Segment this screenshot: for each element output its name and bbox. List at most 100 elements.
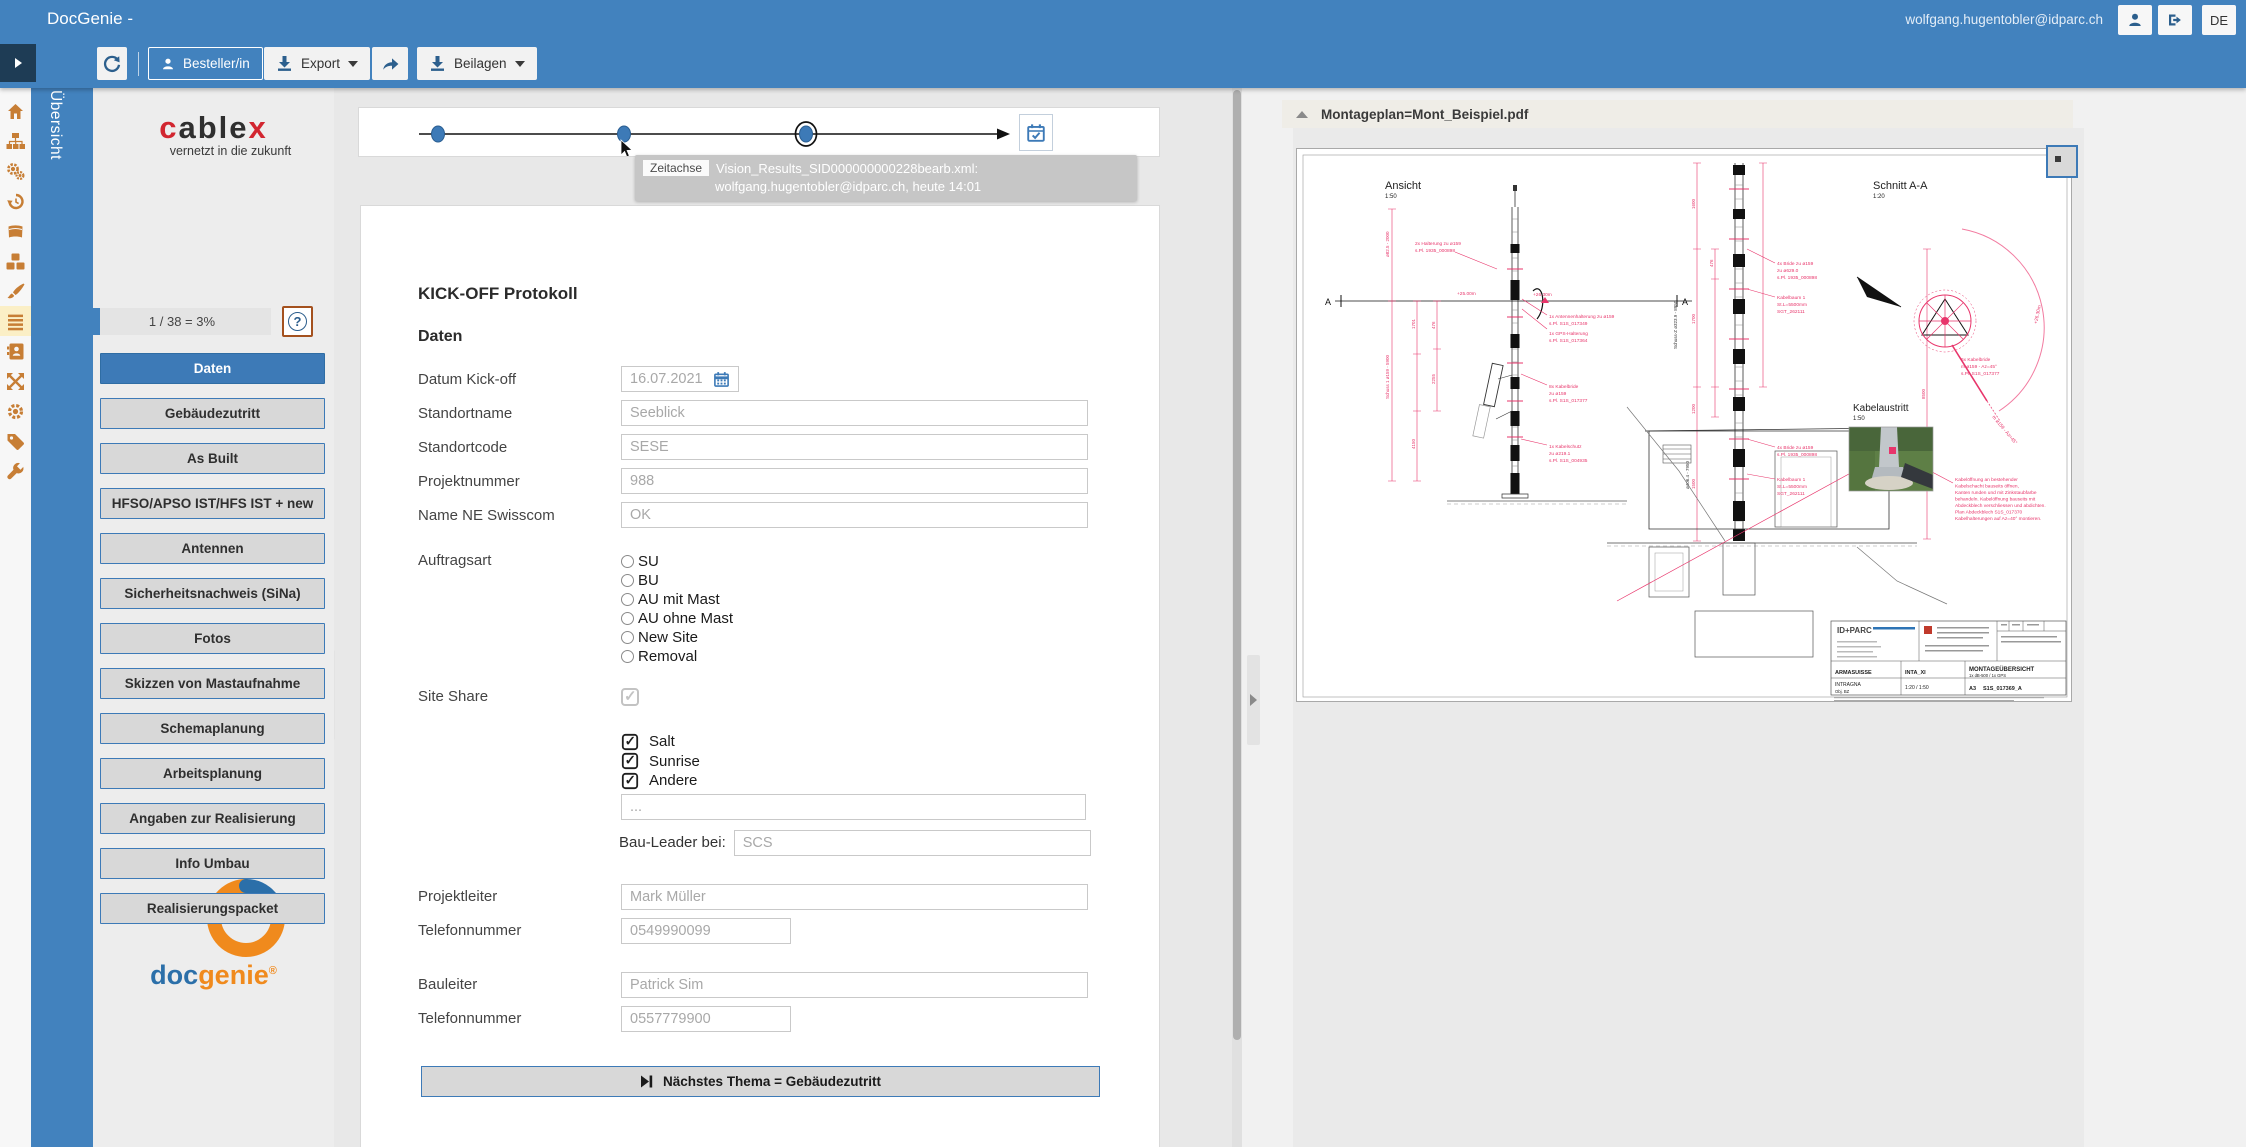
- rail-tag-icon[interactable]: [0, 426, 31, 456]
- svg-text:Kabelaustritt: Kabelaustritt: [1853, 403, 1909, 414]
- skip-next-icon: [640, 1075, 653, 1088]
- svg-text:8x Kabelbride: 8x Kabelbride: [1549, 384, 1579, 390]
- besteller-button[interactable]: Besteller/in: [148, 47, 263, 80]
- language-button[interactable]: DE: [2202, 5, 2236, 35]
- sidebar-item-fotos[interactable]: Fotos: [100, 623, 325, 654]
- rail-home-icon[interactable]: [0, 96, 31, 126]
- provider-group: Salt Sunrise Andere ...: [621, 732, 1119, 820]
- title-block: ID+PARC ARMASUISSE INTRAGNA Obj. BZ INTA…: [1831, 621, 2066, 701]
- rail-sitemap-icon[interactable]: [0, 126, 31, 156]
- rail-protocol-list-icon[interactable]: [0, 306, 31, 336]
- help-button[interactable]: [282, 306, 313, 337]
- sidebar-item-realisierung[interactable]: Angaben zur Realisierung: [100, 803, 325, 834]
- name-ne-input[interactable]: OK: [621, 502, 1088, 528]
- radio-icon: [621, 612, 634, 625]
- pdf-header[interactable]: Montageplan=Mont_Beispiel.pdf: [1282, 100, 2073, 128]
- sidebar-item-antennen[interactable]: Antennen: [100, 533, 325, 564]
- sidebar-item-hfso[interactable]: HFSO/APSO IST/HFS IST + new: [100, 488, 325, 519]
- timeline[interactable]: [358, 107, 1160, 157]
- user-button[interactable]: [2118, 5, 2152, 35]
- sidebar-item-as-built[interactable]: As Built: [100, 443, 325, 474]
- timeline-dot-3[interactable]: [800, 126, 813, 142]
- radio-icon: [621, 650, 634, 663]
- andere-input[interactable]: ...: [621, 794, 1086, 820]
- beilagen-button[interactable]: Beilagen: [417, 47, 537, 80]
- svg-text:ID+PARC: ID+PARC: [1837, 626, 1872, 635]
- rail-book-icon[interactable]: [0, 216, 31, 246]
- radio-icon: [621, 631, 634, 644]
- sidebar-item-schemaplanung[interactable]: Schemaplanung: [100, 713, 325, 744]
- datum-kickoff-input[interactable]: 16.07.2021: [621, 366, 739, 392]
- radio-au-mit-mast[interactable]: AU mit Mast: [621, 590, 733, 609]
- radio-su[interactable]: SU: [621, 552, 733, 571]
- sidebar-toggle-button[interactable]: [0, 44, 36, 82]
- sidebar-item-daten[interactable]: Daten: [100, 353, 325, 384]
- svg-text:Schuss-Z ø323.9 - 8950: Schuss-Z ø323.9 - 8950: [1673, 300, 1678, 349]
- svg-text:1x Antennenhalterung zu ø159: 1x Antennenhalterung zu ø159: [1549, 314, 1615, 320]
- next-topic-button[interactable]: Nächstes Thema = Gebäudezutritt: [421, 1066, 1100, 1097]
- provider-sunrise[interactable]: Sunrise: [621, 752, 1119, 772]
- timeline-dot-1[interactable]: [432, 126, 445, 142]
- svg-text:2255: 2255: [1431, 373, 1436, 384]
- svg-text:Kabelschacht bauseits öffnen,: Kabelschacht bauseits öffnen,: [1955, 484, 2019, 490]
- pdf-annotation-button[interactable]: [2046, 145, 2078, 178]
- svg-text:Abdeckblech verschliessen und: Abdeckblech verschliessen und abdichten.: [1955, 503, 2046, 509]
- standortcode-value: SESE: [630, 439, 669, 455]
- provider-salt[interactable]: Salt: [621, 732, 1119, 752]
- standortcode-input[interactable]: SESE: [621, 434, 1088, 460]
- standortname-input[interactable]: Seeblick: [621, 400, 1088, 426]
- sidebar-item-info-umbau[interactable]: Info Umbau: [100, 848, 325, 879]
- undo-button[interactable]: [97, 47, 127, 80]
- rail-modules-icon[interactable]: [0, 246, 31, 276]
- overview-column: Übersicht: [31, 40, 93, 1147]
- collapse-pdf-handle[interactable]: [1247, 655, 1260, 745]
- svg-text:4x Bride zu ø159: 4x Bride zu ø159: [1777, 261, 1814, 267]
- timeline-tooltip: Zeitachse Vision_Results_SID000000000228…: [635, 155, 1137, 201]
- projektnummer-input[interactable]: 988: [621, 468, 1088, 494]
- provider-andere[interactable]: Andere: [621, 771, 1119, 791]
- chevron-down-icon: [348, 61, 358, 67]
- bau-leader-input[interactable]: SCS: [734, 830, 1091, 856]
- telefonnummer2-value: 0557779900: [630, 1011, 711, 1027]
- sidebar-item-arbeitsplanung[interactable]: Arbeitsplanung: [100, 758, 325, 789]
- pdf-viewer[interactable]: Ansicht 1:50: [1293, 128, 2084, 1147]
- radio-bu[interactable]: BU: [621, 571, 733, 590]
- sidebar-item-skizzen[interactable]: Skizzen von Mastaufnahme: [100, 668, 325, 699]
- rail-brush-icon[interactable]: [0, 276, 31, 306]
- top-bar: DocGenie - wolfgang.hugentobler@idparc.c…: [0, 0, 2246, 40]
- overview-label: Übersicht: [46, 90, 64, 160]
- rail-settings-icon[interactable]: [0, 396, 31, 426]
- svg-text:zu ø219.1: zu ø219.1: [1549, 451, 1571, 457]
- telefonnummer1-input[interactable]: 0549990099: [621, 918, 791, 944]
- sidebar-item-realisierungspacket[interactable]: Realisierungspacket: [100, 893, 325, 924]
- share-button[interactable]: [372, 47, 408, 80]
- sidebar-item-gebaeudezutritt[interactable]: Gebäudezutritt: [100, 398, 325, 429]
- radio-removal[interactable]: Removal: [621, 647, 733, 666]
- svg-text:behandeln. Kabelöffnung bausei: behandeln. Kabelöffnung bauseits mit: [1955, 497, 2036, 503]
- rail-contacts-icon[interactable]: [0, 336, 31, 366]
- logout-button[interactable]: [2158, 5, 2192, 35]
- export-button[interactable]: Export: [264, 47, 370, 80]
- andere-value: ...: [630, 799, 642, 815]
- datum-label: Datum Kick-off: [418, 371, 621, 388]
- rail-wrench-icon[interactable]: [0, 456, 31, 486]
- svg-text:+25.00m: +25.00m: [1457, 291, 1476, 297]
- ansicht-view: Ansicht 1:50: [1325, 180, 1692, 504]
- cablex-wordmark: cablex: [93, 110, 334, 146]
- projektleiter-input[interactable]: Mark Müller: [621, 884, 1088, 910]
- sidebar-item-sina[interactable]: Sicherheitsnachweis (SiNa): [100, 578, 325, 609]
- svg-text:MONTAGEÜBERSICHT: MONTAGEÜBERSICHT: [1969, 666, 2035, 673]
- bauleiter-input[interactable]: Patrick Sim: [621, 972, 1088, 998]
- radio-au-ohne-mast[interactable]: AU ohne Mast: [621, 609, 733, 628]
- site-share-checkbox[interactable]: [621, 688, 639, 706]
- scrollbar-thumb[interactable]: [1233, 90, 1241, 1040]
- auftragsart-group: SU BU AU mit Mast AU ohne Mast New Site …: [621, 552, 733, 666]
- form-scrollbar[interactable]: [1232, 88, 1242, 1147]
- timeline-dot-2[interactable]: [618, 126, 631, 142]
- telefonnummer2-input[interactable]: 0557779900: [621, 1006, 791, 1032]
- timeline-calendar-button[interactable]: [1019, 114, 1053, 151]
- radio-new-site[interactable]: New Site: [621, 628, 733, 647]
- rail-fullscreen-icon[interactable]: [0, 366, 31, 396]
- rail-gears-icon[interactable]: [0, 156, 31, 186]
- rail-history-icon[interactable]: [0, 186, 31, 216]
